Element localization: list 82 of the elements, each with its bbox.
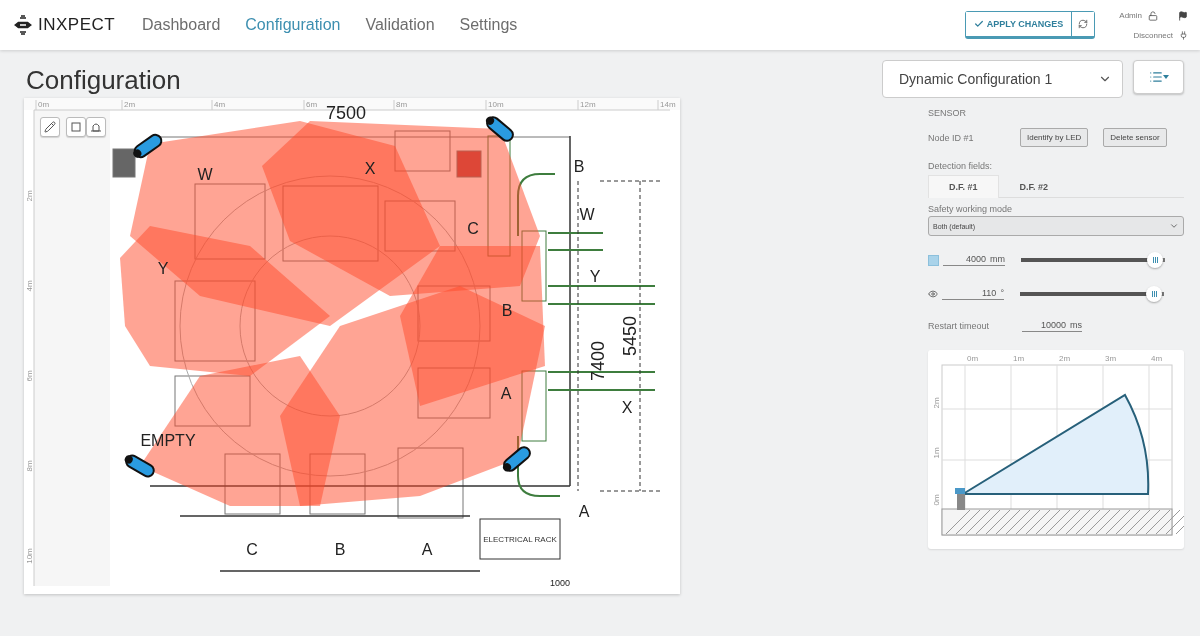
ruler-label: 8m — [24, 460, 34, 472]
axis-tick-label: 4m — [1151, 353, 1163, 363]
ruler-label: 6m — [306, 99, 318, 109]
nav-tab[interactable]: Settings — [459, 16, 518, 34]
sensor-shape-icon — [90, 121, 102, 133]
axis-tick-label: 0m — [967, 353, 979, 363]
dimension-label: 7400 — [588, 341, 608, 381]
zone-label: C — [246, 540, 258, 558]
zone-label: X — [621, 398, 633, 416]
nav-tab[interactable]: Dashboard — [142, 16, 221, 34]
nav-tab[interactable]: Validation — [365, 16, 435, 34]
axis-tick-label: 1m — [1013, 353, 1025, 363]
eye-icon — [928, 289, 938, 299]
page-title: Configuration — [26, 64, 182, 96]
value-field[interactable]: 110 ° — [942, 288, 1004, 300]
ruler-label: 4m — [214, 99, 226, 109]
section-heading: SENSOR — [928, 108, 967, 118]
value-field[interactable]: 4000 mm — [943, 254, 1005, 266]
list-icon — [1148, 70, 1163, 84]
zone-label: A — [500, 384, 512, 402]
field-color-swatch — [928, 254, 939, 266]
ruler-label: 10m — [24, 548, 34, 564]
axis-tick-label: 1m — [931, 447, 941, 459]
zone-label: B — [501, 301, 513, 319]
ruler-label: 10m — [488, 99, 504, 109]
zone-label: Y — [589, 267, 601, 285]
axis-tick-label: 0m — [931, 494, 941, 506]
ruler-label: 2m — [24, 190, 34, 202]
zone-label: C — [467, 219, 479, 237]
slider-thumb[interactable] — [1146, 286, 1163, 302]
zone-label: A — [578, 502, 590, 520]
lock-icon[interactable] — [1148, 10, 1158, 21]
refresh-icon — [1078, 19, 1089, 29]
rack-label: ELECTRICAL RACK — [483, 534, 557, 544]
restart-field[interactable]: 10000 ms — [1022, 320, 1082, 332]
nav-tab[interactable]: Configuration — [245, 16, 341, 34]
plug-icon[interactable] — [1179, 30, 1188, 40]
ruler-label: 6m — [24, 370, 34, 382]
sensor-icon — [955, 488, 965, 510]
fields-label: Detection fields: — [928, 161, 994, 171]
axis-tick-label: 3m — [1105, 353, 1117, 363]
mode-label: Safety working mode — [928, 204, 1014, 214]
zone-label: X — [364, 159, 376, 177]
axis-tick-label: 2m — [931, 397, 941, 409]
delete-sensor-button[interactable]: Delete sensor — [1103, 128, 1167, 147]
sensor-tool-button[interactable] — [86, 117, 106, 137]
zone-label: B — [334, 540, 346, 558]
node-id-label: Node ID #1 — [928, 132, 975, 143]
flag-icon[interactable] — [1178, 10, 1188, 21]
zone-label: B — [573, 157, 585, 175]
ruler-label: 2m — [124, 99, 136, 109]
restart-label: Restart timeout — [928, 321, 991, 331]
logo-text: INXPECT — [38, 15, 116, 35]
zone-label: W — [579, 205, 595, 223]
square-icon — [70, 121, 82, 133]
caret-icon — [1162, 75, 1169, 79]
configuration-select[interactable]: Dynamic Configuration 1 — [882, 60, 1123, 98]
zone-label: EMPTY — [140, 431, 196, 449]
draw-tool-button[interactable] — [40, 117, 60, 137]
logo-icon — [12, 14, 34, 36]
slider-thumb[interactable] — [1147, 252, 1164, 268]
zone-label: Y — [157, 259, 169, 277]
ruler-label: 14m — [660, 99, 676, 109]
zone-label: A — [421, 540, 433, 558]
dimension-label: 7500 — [326, 103, 366, 123]
field-tab[interactable]: D.F. #1 — [928, 175, 999, 198]
axis-tick-label: 2m — [1059, 353, 1071, 363]
refresh-button[interactable] — [1071, 12, 1095, 36]
ruler-label: 0m — [38, 99, 50, 109]
chevron-down-icon — [1169, 221, 1179, 231]
disconnect-link[interactable]: Disconnect — [1133, 30, 1173, 40]
identify-button[interactable]: Identify by LED — [1020, 128, 1089, 147]
field-tab[interactable]: D.F. #2 — [998, 175, 1070, 198]
dimension-label: 1000 — [550, 578, 570, 588]
dimension-label: 5450 — [620, 316, 640, 356]
ruler-label: 4m — [24, 280, 34, 292]
ruler-label: 8m — [396, 99, 408, 109]
user-name: Admin — [1119, 11, 1142, 20]
pencil-icon — [44, 121, 56, 133]
ruler-label: 12m — [580, 99, 596, 109]
check-icon — [973, 19, 984, 29]
zone-label: W — [197, 165, 213, 183]
